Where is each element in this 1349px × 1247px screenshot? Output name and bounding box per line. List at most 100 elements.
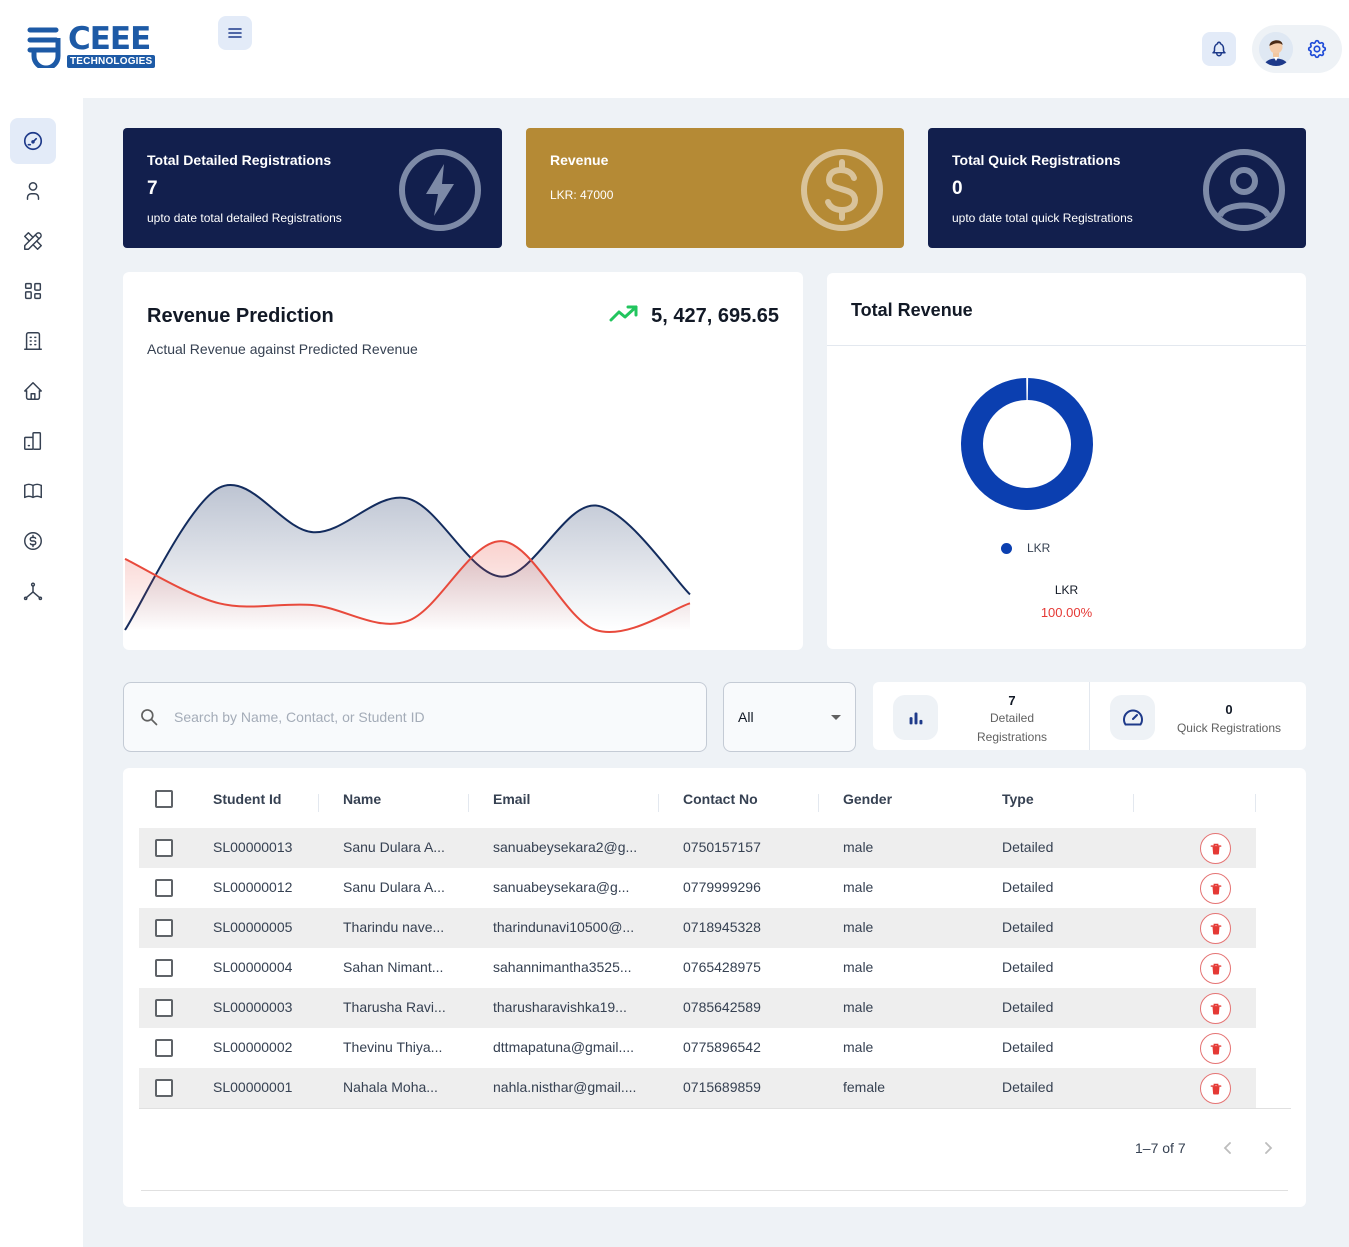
building-icon (24, 332, 42, 350)
delete-button[interactable] (1200, 1033, 1231, 1064)
cell-gender: male (843, 879, 874, 895)
type-filter-select[interactable]: All (723, 682, 856, 752)
trash-icon (1210, 923, 1221, 934)
main-content: Total Detailed Registrations 7 upto date… (83, 98, 1349, 1247)
sidebar-item-buildings[interactable] (10, 318, 56, 364)
column-separator[interactable] (818, 794, 819, 812)
hierarchy-icon (23, 582, 43, 601)
table-row[interactable]: SL00000012 Sanu Dulara A... sanuabeysekara… (139, 868, 1256, 908)
cell-gender: male (843, 959, 874, 975)
sidebar-item-courses[interactable] (10, 468, 56, 514)
count-value: 7 (1008, 693, 1016, 708)
column-separator[interactable] (1133, 794, 1134, 812)
table-row[interactable]: SL00000001 Nahala Moha... nahla.nisthar@gm… (139, 1068, 1256, 1108)
menu-toggle-button[interactable] (218, 16, 252, 50)
sidebar-item-payments[interactable] (10, 518, 56, 564)
cell-contact: 0765428975 (683, 959, 761, 975)
profile-menu[interactable] (1252, 25, 1342, 73)
column-header-contact[interactable]: Contact No (683, 778, 758, 828)
trash-icon (1210, 843, 1221, 854)
stat-subtitle: upto date total quick Registrations (952, 211, 1133, 225)
search-field[interactable] (123, 682, 707, 752)
column-separator[interactable] (1255, 794, 1256, 812)
stat-subtitle: upto date total detailed Registrations (147, 211, 342, 225)
delete-button[interactable] (1200, 1073, 1231, 1104)
cell-type: Detailed (1002, 839, 1054, 855)
row-checkbox[interactable] (155, 1079, 173, 1097)
detailed-count: 7 Detailed Registrations (873, 682, 1089, 750)
trash-icon (1210, 1083, 1221, 1094)
currency-icon (24, 532, 42, 550)
select-all-checkbox[interactable] (155, 790, 173, 808)
table-row[interactable]: SL00000005 Tharindu nave... tharindunavi10… (139, 908, 1256, 948)
column-separator[interactable] (468, 794, 469, 812)
sidebar-item-hierarchy[interactable] (10, 568, 56, 614)
cell-gender: male (843, 999, 874, 1015)
table-row[interactable]: SL00000002 Thevinu Thiya... dttmapatuna@gm… (139, 1028, 1256, 1068)
chevron-right-icon[interactable] (1261, 1140, 1275, 1156)
cell-student-id: SL00000001 (213, 1079, 293, 1095)
cell-type: Detailed (1002, 879, 1054, 895)
column-header-email[interactable]: Email (493, 778, 530, 828)
dollar-icon (801, 149, 883, 231)
delete-button[interactable] (1200, 873, 1231, 904)
brand-logo[interactable]: CEEE TECHNOLOGIES (26, 22, 166, 70)
count-label: Detailed (989, 711, 1035, 725)
bell-icon (1212, 41, 1226, 57)
cell-email: sanuabeysekara2@g... (493, 839, 638, 855)
chevron-left-icon[interactable] (1221, 1140, 1235, 1156)
stat-title: Revenue (550, 152, 609, 168)
cell-gender: male (843, 839, 874, 855)
dashboard-gauge-icon (23, 131, 43, 151)
stat-card-revenue: Revenue LKR: 47000 (526, 128, 904, 248)
notifications-button[interactable] (1202, 32, 1236, 66)
cell-name: Sahan Nimant... (343, 959, 444, 975)
table-row[interactable]: SL00000004 Sahan Nimant... sahannimantha35… (139, 948, 1256, 988)
delete-button[interactable] (1200, 993, 1231, 1024)
brand-mark-icon (27, 27, 61, 68)
row-checkbox[interactable] (155, 919, 173, 937)
cell-contact: 0718945328 (683, 919, 761, 935)
search-input[interactable] (174, 705, 674, 729)
sidebar-item-layout[interactable] (10, 268, 56, 314)
gear-icon[interactable] (1306, 38, 1328, 60)
row-checkbox[interactable] (155, 839, 173, 857)
registration-counts: 7 Detailed Registrations 0 Quick Registr… (873, 682, 1306, 750)
avatar[interactable] (1259, 32, 1293, 66)
donut-series-label: LKR (1054, 583, 1079, 597)
delete-button[interactable] (1200, 913, 1231, 944)
chevron-down-icon (831, 715, 841, 720)
column-header-student-id[interactable]: Student Id (213, 778, 281, 828)
sidebar-item-tools[interactable] (10, 218, 56, 264)
row-checkbox[interactable] (155, 879, 173, 897)
column-header-type[interactable]: Type (1002, 778, 1034, 828)
stat-subtitle: LKR: 47000 (550, 188, 614, 202)
column-separator[interactable] (658, 794, 659, 812)
cell-name: Sanu Dulara A... (343, 839, 445, 855)
cell-type: Detailed (1002, 1039, 1054, 1055)
delete-button[interactable] (1200, 833, 1231, 864)
cell-gender: female (843, 1079, 886, 1095)
donut-slice-lkr[interactable] (961, 378, 1093, 511)
delete-button[interactable] (1200, 953, 1231, 984)
sidebar-item-home[interactable] (10, 368, 56, 414)
sidebar-item-users[interactable] (10, 168, 56, 214)
column-header-gender[interactable]: Gender (843, 778, 892, 828)
table-header: Student Id Name Email Contact No Gender … (139, 778, 1256, 828)
row-checkbox[interactable] (155, 999, 173, 1017)
row-checkbox[interactable] (155, 1039, 173, 1057)
cell-contact: 0715689859 (683, 1079, 761, 1095)
legend-marker (1001, 543, 1012, 554)
table-row[interactable]: SL00000003 Tharusha Ravi... tharusharavish… (139, 988, 1256, 1028)
row-checkbox[interactable] (155, 959, 173, 977)
devices-icon (24, 432, 42, 450)
column-separator[interactable] (318, 794, 319, 812)
bolt-icon (399, 149, 481, 231)
table-row[interactable]: SL00000013 Sanu Dulara A... sanuabeysekara… (139, 828, 1256, 868)
revenue-prediction-card: Revenue Prediction Actual Revenue agains… (123, 272, 803, 650)
cell-contact: 0775896542 (683, 1039, 761, 1055)
sidebar-item-dashboard[interactable] (10, 118, 56, 164)
column-header-name[interactable]: Name (343, 778, 381, 828)
sidebar-item-devices[interactable] (10, 418, 56, 464)
trash-icon (1210, 1043, 1221, 1054)
